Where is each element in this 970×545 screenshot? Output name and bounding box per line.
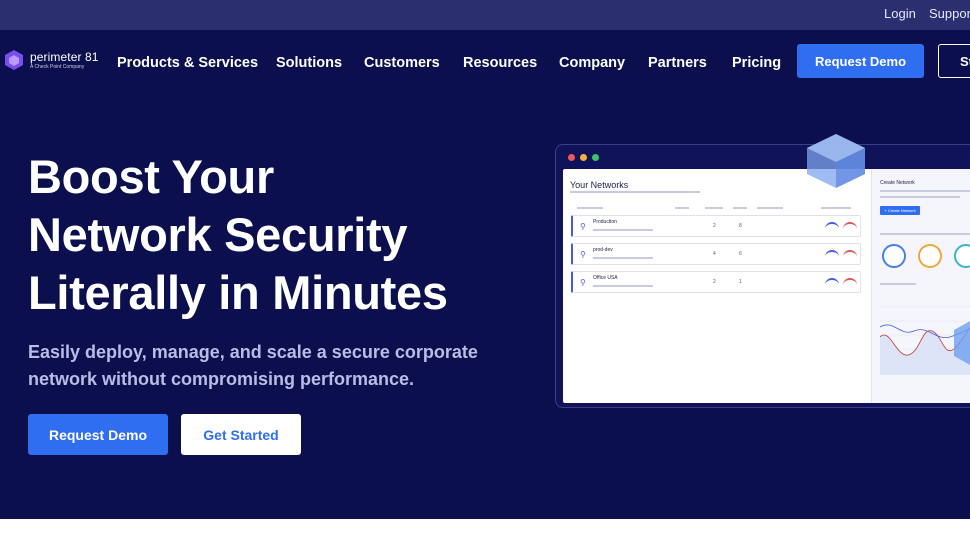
networks-subtitle: [570, 191, 700, 193]
network-name: Office USA: [593, 275, 618, 281]
minimize-dot-icon: [580, 154, 587, 161]
panel-title: Create Network: [880, 180, 915, 186]
network-name: Production: [593, 219, 617, 225]
gauge-icon: [825, 278, 839, 286]
network-row[interactable]: ⚲ prod-dev 4 6: [571, 243, 861, 265]
perimeter81-logo-icon: [5, 50, 23, 70]
column-header: [705, 207, 723, 209]
column-header: [577, 207, 603, 209]
network-value: 8: [739, 223, 742, 229]
nav-partners[interactable]: Partners: [648, 55, 707, 71]
top-utility-bar: Login Support: [0, 0, 970, 30]
decorative-cube-icon: [954, 321, 970, 365]
gauge-icon: [825, 222, 839, 230]
hero-headline: Boost Your Network Security Literally in…: [28, 148, 448, 322]
stat-ring-icon: [882, 244, 906, 268]
networks-title: Your Networks: [570, 180, 629, 190]
login-link[interactable]: Login: [884, 6, 916, 21]
network-icon: ⚲: [580, 278, 586, 287]
next-section: [0, 519, 970, 545]
panel-text: [880, 283, 916, 285]
nav-products-services[interactable]: Products & Services: [117, 55, 258, 71]
window-controls: [568, 154, 599, 161]
nav-request-demo-button[interactable]: Request Demo: [797, 44, 924, 78]
network-row[interactable]: ⚲ Production 2 8: [571, 215, 861, 237]
network-value: 1: [739, 279, 742, 285]
hero-subhead: Easily deploy, manage, and scale a secur…: [28, 342, 478, 389]
support-link[interactable]: Support: [929, 6, 970, 21]
column-header: [757, 207, 783, 209]
network-value: 4: [713, 251, 716, 257]
network-icon: ⚲: [580, 250, 586, 259]
column-header: [821, 207, 851, 209]
headline-line-1: Boost Your: [28, 150, 274, 203]
network-value: 2: [713, 279, 716, 285]
close-dot-icon: [568, 154, 575, 161]
gauge-icon: [843, 250, 857, 258]
maximize-dot-icon: [592, 154, 599, 161]
gauge-icon: [843, 278, 857, 286]
hero-get-started-button[interactable]: Get Started: [181, 414, 301, 455]
create-network-button[interactable]: + Create Network: [880, 206, 920, 215]
hero-request-demo-button[interactable]: Request Demo: [28, 414, 168, 455]
network-details: [593, 285, 653, 287]
headline-line-2: Network Security: [28, 208, 408, 261]
network-value: 6: [739, 251, 742, 257]
logo[interactable]: perimeter 81 A Check Point Company: [4, 49, 99, 71]
nav-solutions[interactable]: Solutions: [276, 55, 342, 71]
product-screenshot: Your Networks ⚲ Production 2 8 ⚲ prod-de…: [555, 144, 970, 408]
gauge-icon: [843, 222, 857, 230]
network-row[interactable]: ⚲ Office USA 2 1: [571, 271, 861, 293]
nav-get-started-button[interactable]: St: [938, 44, 970, 78]
column-header: [733, 207, 747, 209]
column-header: [675, 207, 689, 209]
decorative-cube-icon: [807, 134, 865, 188]
network-icon: ⚲: [580, 222, 586, 231]
nav-company[interactable]: Company: [559, 55, 625, 71]
network-name: prod-dev: [593, 247, 613, 253]
main-navigation: perimeter 81 A Check Point Company Produ…: [0, 30, 970, 96]
logo-name: perimeter 81: [30, 49, 99, 64]
logo-tagline: A Check Point Company: [30, 63, 85, 70]
nav-resources[interactable]: Resources: [463, 55, 537, 71]
gauge-icon: [825, 250, 839, 258]
network-details: [593, 229, 653, 231]
stat-ring-icon: [954, 244, 970, 268]
panel-text: [880, 233, 970, 235]
nav-pricing[interactable]: Pricing: [732, 55, 781, 71]
network-details: [593, 257, 653, 259]
dashboard-screen: Your Networks ⚲ Production 2 8 ⚲ prod-de…: [563, 169, 970, 403]
hero-section: Boost Your Network Security Literally in…: [0, 96, 970, 519]
network-value: 2: [713, 223, 716, 229]
panel-text: [880, 196, 960, 198]
panel-text: [880, 190, 970, 192]
nav-customers[interactable]: Customers: [364, 55, 440, 71]
headline-line-3: Literally in Minutes: [28, 266, 448, 319]
stat-ring-icon: [918, 244, 942, 268]
